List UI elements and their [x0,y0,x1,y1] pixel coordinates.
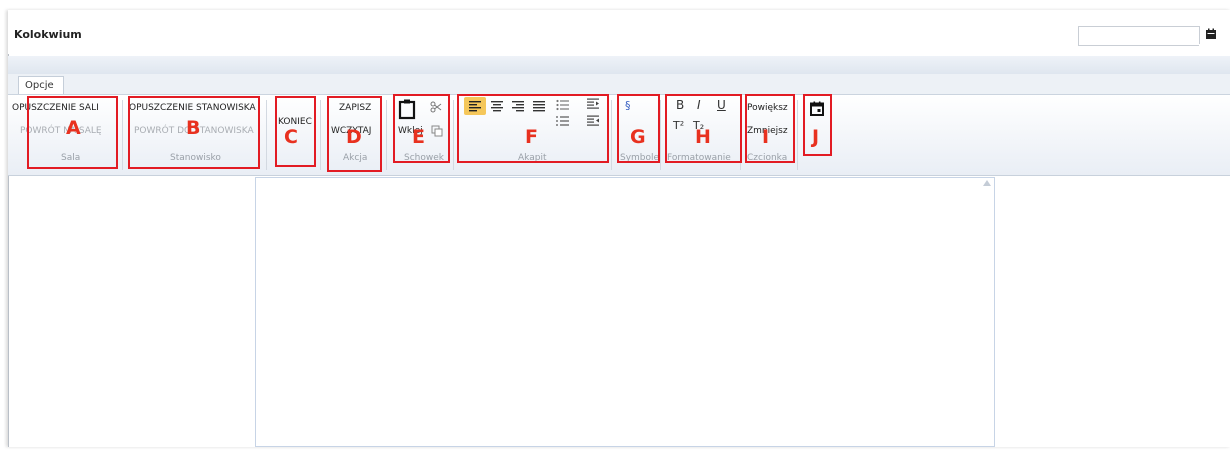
title-bar [8,10,1230,54]
tab-opcje[interactable]: Opcje [18,76,64,94]
date-picker-button[interactable] [1199,26,1222,44]
annotation-letter-h: H [695,126,711,148]
group-divider [320,100,321,170]
annotation-letter-f: F [525,126,538,148]
text-editor[interactable] [255,177,995,447]
scroll-up-arrow-icon[interactable] [983,180,991,186]
annotation-letter-e: E [412,126,425,148]
group-divider [797,100,798,170]
annotation-letter-b: B [186,117,201,139]
group-divider [122,100,123,170]
tab-strip [8,74,1230,95]
group-divider [266,100,267,170]
annotation-letter-j: J [812,126,820,148]
calendar-icon [1206,28,1216,39]
annotation-letter-c: C [284,126,298,148]
annotation-letter-i: I [762,126,770,148]
group-divider [453,100,454,170]
annotation-letter-a: A [66,117,81,139]
group-divider [660,100,661,170]
group-divider [611,100,612,170]
annotation-box-i [745,94,795,163]
date-input[interactable] [1078,26,1199,46]
annotation-letter-d: D [346,126,362,148]
group-divider [386,100,387,170]
header-band [8,56,1230,74]
annotation-letter-g: G [630,126,646,148]
window-title: Kolokwium [14,28,82,41]
